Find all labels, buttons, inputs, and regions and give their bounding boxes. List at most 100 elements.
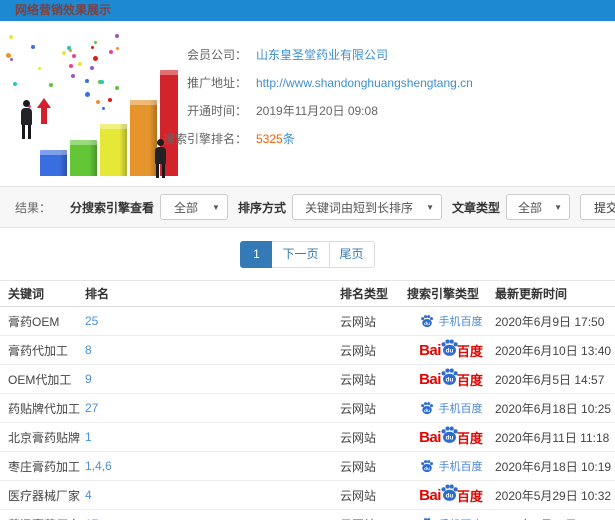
info-field-value[interactable]: http://www.shandonghuangshengtang.cn <box>256 76 473 90</box>
info-field: 会员公司： 山东皇圣堂药业有限公司 <box>135 47 473 62</box>
updated-cell: 2020年6月11日 11:40 <box>495 516 615 520</box>
svg-text:du: du <box>446 435 454 442</box>
rank-cell: 4 <box>85 488 340 502</box>
baidu-logo-bai: Bai <box>419 428 441 446</box>
keyword-cell: 医疗器械厂家 <box>8 488 81 503</box>
ranking-table: 关键词 排名 排名类型 搜索引擎类型 最新更新时间 膏药OEM 25 云网站 du 手机… <box>0 280 615 520</box>
sort-select[interactable]: 关键词由短到长排序 ▼ <box>291 194 442 220</box>
baidu-logo-bai: Bai <box>419 370 441 388</box>
rank-type-cell: 云网站 <box>340 372 377 387</box>
table-header-row: 关键词 排名 排名类型 搜索引擎类型 最新更新时间 <box>0 280 615 307</box>
keyword-cell: 菏泽膏药厂家 <box>8 516 85 520</box>
column-header: 搜索引擎类型 <box>407 287 480 301</box>
rank-link[interactable]: 4 <box>85 488 92 502</box>
info-field: 推广地址： http://www.shandonghuangshengtang.… <box>135 75 473 91</box>
baidu-logo: Bai du 百度 <box>419 368 483 389</box>
engine-cell: du 手机百度 <box>407 516 495 520</box>
rank-type-cell: 云网站 <box>340 430 377 445</box>
svg-text:du: du <box>424 408 430 413</box>
svg-text:du: du <box>446 348 454 355</box>
svg-text:du: du <box>446 493 454 500</box>
table-body: 膏药OEM 25 云网站 du 手机百度 2020年6月9日 17:50 膏药代… <box>0 307 615 520</box>
rank-type-cell: 云网站 <box>340 516 407 520</box>
baidu-logo-bai: Bai <box>419 486 441 504</box>
mobile-baidu-label: 手机百度 <box>439 516 483 520</box>
engine-cell: du 手机百度 <box>407 458 495 474</box>
info-field: 开通时间： 2019年11月20日 09:08 <box>135 103 473 118</box>
engine-select[interactable]: 全部 ▼ <box>159 194 228 220</box>
rank-link[interactable]: 1 <box>85 430 92 444</box>
page-button[interactable]: 下一页 <box>271 240 330 268</box>
page-button[interactable]: 尾页 <box>328 240 375 268</box>
rank-link[interactable]: 8 <box>85 343 92 357</box>
baidu-logo: Bai du 百度 <box>419 484 483 505</box>
rank-link[interactable]: 27 <box>85 401 98 415</box>
engine-cell: Bai du 百度 <box>407 339 495 360</box>
baidu-paw-icon: du <box>420 459 434 473</box>
table-row: 药贴牌代加工 27 云网站 du 手机百度 2020年6月18日 10:25 <box>0 394 615 423</box>
member-info-panel: 会员公司： 山东皇圣堂药业有限公司 推广地址： http://www.shand… <box>135 47 473 159</box>
keyword-cell: 药贴牌代加工 <box>8 401 81 416</box>
keyword-cell: 北京膏药贴牌 <box>8 430 81 445</box>
page-title-bar: 网络营销效果展示 <box>0 0 615 21</box>
mobile-baidu-logo: du 手机百度 <box>420 313 483 329</box>
updated-cell: 2020年6月18日 10:25 <box>495 401 612 416</box>
updated-cell: 2020年6月11日 11:18 <box>495 430 610 445</box>
table-row: 膏药代加工 8 云网站 Bai du 百度 2020年6月10日 13:40 <box>0 336 615 365</box>
engine-cell: Bai du 百度 <box>407 368 495 389</box>
baidu-logo-word: 百度 <box>456 430 483 446</box>
svg-text:du: du <box>446 377 454 384</box>
chevron-down-icon: ▼ <box>426 202 434 212</box>
rank-cell: 8 <box>85 343 340 357</box>
rank-cell: 27 <box>85 401 340 415</box>
svg-text:du: du <box>424 466 430 471</box>
mobile-baidu-label: 手机百度 <box>438 403 483 415</box>
updated-cell: 2020年6月9日 17:50 <box>495 314 605 329</box>
baidu-logo: Bai du 百度 <box>419 339 483 360</box>
rank-type-cell: 云网站 <box>340 343 377 358</box>
updated-cell: 2020年6月5日 14:57 <box>495 372 605 387</box>
baidu-paw-icon: du <box>420 314 434 328</box>
info-field-label: 推广地址： <box>186 76 247 90</box>
mobile-baidu-logo: du 手机百度 <box>420 516 483 520</box>
baidu-logo: Bai du 百度 <box>419 426 483 447</box>
header-section: 会员公司： 山东皇圣堂药业有限公司 推广地址： http://www.shand… <box>0 21 615 186</box>
pagination: 1 下一页 尾页 <box>240 240 375 268</box>
chevron-down-icon: ▼ <box>554 202 562 212</box>
info-field-label: 开通时间： <box>186 104 247 118</box>
mobile-baidu-label: 手机百度 <box>438 316 483 328</box>
table-row: 菏泽膏药厂家 17 云网站 du 手机百度 2020年6月11日 11:40 <box>0 510 615 520</box>
rank-cell: 1 <box>85 430 340 444</box>
rank-link[interactable]: 25 <box>85 314 98 328</box>
column-header: 最新更新时间 <box>495 287 568 301</box>
info-field-value: 5325条 <box>256 132 295 146</box>
submit-button[interactable]: 提交 <box>580 194 615 220</box>
page-title: 网络营销效果展示 <box>15 3 112 17</box>
updated-cell: 2020年6月10日 13:40 <box>495 343 612 358</box>
rank-link[interactable]: 1,4,6 <box>85 459 112 473</box>
table-row: 北京膏药贴牌 1 云网站 Bai du 百度 2020年6月11日 11:18 <box>0 423 615 452</box>
info-field-value: 2019年11月20日 09:08 <box>256 104 378 118</box>
updated-cell: 2020年6月18日 10:19 <box>495 459 612 474</box>
column-header: 排名 <box>85 287 110 301</box>
mobile-baidu-logo: du 手机百度 <box>420 458 483 474</box>
engine-filter-label: 分搜索引擎查看 <box>69 200 154 215</box>
keyword-cell: 枣庄膏药加工 <box>8 459 81 474</box>
table-row: 膏药OEM 25 云网站 du 手机百度 2020年6月9日 17:50 <box>0 307 615 336</box>
baidu-paw-icon: du <box>420 401 434 415</box>
engine-cell: du 手机百度 <box>407 313 495 329</box>
rank-link[interactable]: 9 <box>85 372 92 386</box>
keyword-cell: 膏药代加工 <box>8 343 69 358</box>
filter-controls: 分搜索引擎查看 全部 ▼ 排序方式 关键词由短到长排序 ▼ 文章类型 全部 ▼ … <box>60 194 615 220</box>
rank-type-cell: 云网站 <box>340 314 377 329</box>
info-field-value[interactable]: 山东皇圣堂药业有限公司 <box>256 46 388 63</box>
baidu-logo-word: 百度 <box>456 488 483 504</box>
page-button[interactable]: 1 <box>240 240 273 268</box>
info-field-label: 搜索引擎排名： <box>162 132 247 146</box>
table-row: OEM代加工 9 云网站 Bai du 百度 2020年6月5日 14:57 <box>0 365 615 394</box>
rank-cell: 25 <box>85 314 340 328</box>
engine-cell: Bai du 百度 <box>407 426 495 447</box>
rank-cell: 9 <box>85 372 340 386</box>
sort-label: 排序方式 <box>237 200 286 215</box>
article-type-select[interactable]: 全部 ▼ <box>506 194 570 220</box>
